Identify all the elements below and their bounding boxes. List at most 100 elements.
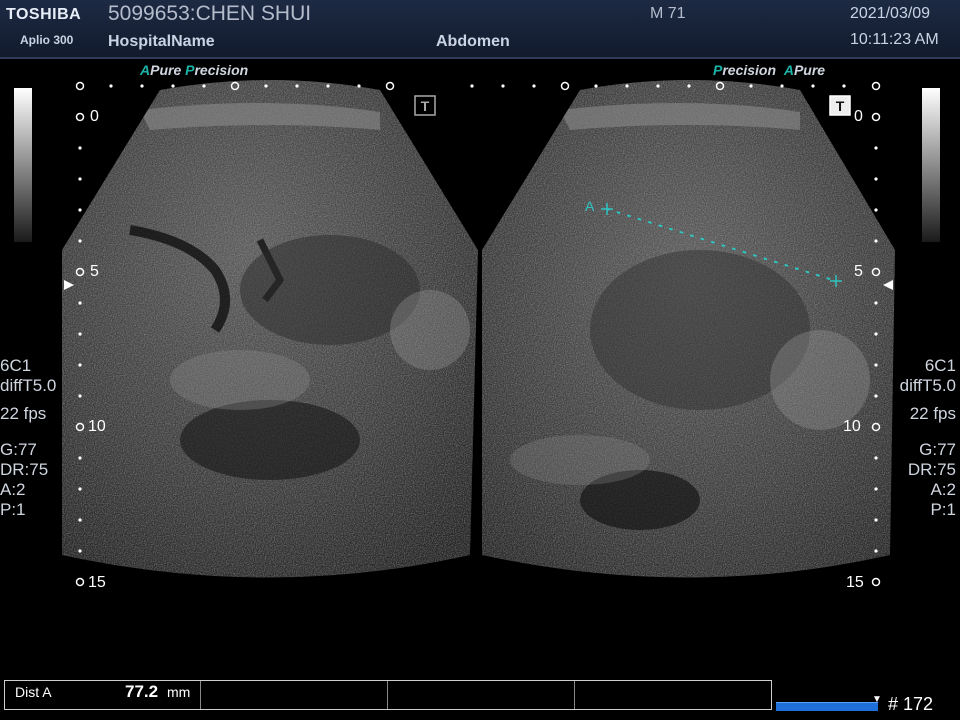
ultrasound-dual-view: T T — [62, 80, 895, 587]
depth-minor-tick — [78, 332, 82, 336]
p-label: P:1 — [0, 500, 26, 519]
depth-minor-tick — [656, 84, 660, 88]
depth-label-right-15: 15 — [846, 574, 864, 591]
depth-major-tick — [560, 81, 570, 91]
dynamic-range-label: DR:75 — [0, 460, 49, 479]
measurement-unit: mm — [167, 684, 191, 700]
a-label: A:2 — [930, 480, 956, 499]
svg-text:T: T — [836, 98, 845, 114]
measurement-value: 77.2 — [125, 682, 159, 701]
depth-major-tick — [75, 577, 85, 587]
depth-minor-tick — [874, 239, 878, 243]
imaging-params-right: 6C1 diffT5.0 22 fps G:77 DR:75 A:2 P:1 — [900, 356, 956, 520]
depth-label-right-10: 10 — [843, 418, 861, 435]
depth-label-right-5: 5 — [854, 263, 863, 280]
depth-minor-tick — [78, 456, 82, 460]
measurement-cell-empty — [201, 681, 388, 709]
depth-minor-tick — [78, 518, 82, 522]
depth-minor-tick — [874, 332, 878, 336]
measurement-cell-empty — [575, 681, 771, 709]
system-model: Aplio 300 — [20, 33, 74, 47]
depth-minor-tick — [326, 84, 330, 88]
depth-minor-tick — [842, 84, 846, 88]
depth-major-tick — [75, 81, 85, 91]
depth-minor-tick — [874, 177, 878, 181]
depth-label-left-5: 5 — [90, 263, 99, 280]
depth-minor-tick — [295, 84, 299, 88]
fps-label: 22 fps — [909, 404, 956, 423]
dynamic-range-label: DR:75 — [907, 460, 956, 479]
exam-time: 10:11:23 AM — [850, 31, 939, 48]
depth-major-tick — [871, 577, 881, 587]
depth-minor-tick — [264, 84, 268, 88]
cine-progress-bar[interactable] — [776, 702, 878, 711]
depth-major-tick — [871, 112, 881, 122]
depth-minor-tick — [874, 487, 878, 491]
depth-minor-tick — [78, 394, 82, 398]
depth-minor-tick — [78, 239, 82, 243]
t-marker-right: T — [829, 95, 851, 116]
t-marker-left: T — [414, 95, 436, 116]
depth-minor-tick — [811, 84, 815, 88]
depth-minor-tick — [874, 363, 878, 367]
depth-minor-tick — [470, 84, 474, 88]
mode-label: diffT5.0 — [0, 376, 57, 395]
depth-minor-tick — [501, 84, 505, 88]
depth-minor-tick — [202, 84, 206, 88]
depth-label-right-0: 0 — [854, 108, 863, 125]
depth-minor-tick — [749, 84, 753, 88]
depth-minor-tick — [357, 84, 361, 88]
depth-minor-tick — [874, 549, 878, 553]
depth-minor-tick — [874, 456, 878, 460]
exam-type: Abdomen — [436, 33, 510, 50]
hospital-name: HospitalName — [108, 33, 215, 50]
depth-minor-tick — [78, 177, 82, 181]
depth-minor-tick — [874, 301, 878, 305]
patient-id-name: 5099653:CHEN SHUI — [108, 2, 312, 25]
depth-minor-tick — [532, 84, 536, 88]
fps-label: 22 fps — [0, 404, 47, 423]
frame-number: # 172 — [888, 694, 934, 714]
right-ultrasound-image — [482, 80, 895, 578]
depth-minor-tick — [874, 146, 878, 150]
depth-minor-tick — [171, 84, 175, 88]
depth-minor-tick — [687, 84, 691, 88]
depth-label-left-0: 0 — [90, 108, 99, 125]
gain-label: G:77 — [919, 440, 956, 459]
measurement-results-bar: Dist A 77.2 mm — [4, 680, 772, 710]
depth-major-tick — [871, 81, 881, 91]
depth-label-left-10: 10 — [88, 418, 106, 435]
probe-label: 6C1 — [0, 356, 32, 375]
imaging-params-left: 6C1 diffT5.0 22 fps G:77 DR:75 A:2 P:1 — [0, 356, 56, 520]
caliper-label: A — [585, 198, 595, 214]
probe-label: 6C1 — [924, 356, 956, 375]
depth-minor-tick — [78, 146, 82, 150]
depth-minor-tick — [140, 84, 144, 88]
gain-label: G:77 — [0, 440, 37, 459]
depth-minor-tick — [594, 84, 598, 88]
mode-label: diffT5.0 — [899, 376, 956, 395]
p-label: P:1 — [930, 500, 956, 519]
depth-label-left-15: 15 — [88, 574, 106, 591]
measurement-cell-empty — [388, 681, 575, 709]
exam-date: 2021/03/09 — [850, 5, 931, 22]
measurement-label: Dist A — [15, 684, 52, 700]
patient-sex-age: M 71 — [650, 5, 686, 22]
depth-minor-tick — [109, 84, 113, 88]
depth-minor-tick — [78, 208, 82, 212]
measurement-cell-dist-a[interactable]: Dist A 77.2 mm — [5, 681, 201, 709]
depth-minor-tick — [780, 84, 784, 88]
depth-major-tick — [75, 112, 85, 122]
depth-minor-tick — [874, 518, 878, 522]
depth-minor-tick — [78, 363, 82, 367]
depth-minor-tick — [78, 487, 82, 491]
left-ultrasound-image — [62, 80, 478, 578]
svg-text:T: T — [421, 98, 430, 114]
depth-minor-tick — [874, 394, 878, 398]
depth-minor-tick — [78, 549, 82, 553]
cine-position-marker[interactable]: ▼ — [872, 694, 882, 705]
header-bar: TOSHIBA Aplio 300 5099653:CHEN SHUI Hosp… — [0, 0, 960, 59]
a-label: A:2 — [0, 480, 26, 499]
depth-minor-tick — [78, 301, 82, 305]
brand-logo: TOSHIBA — [6, 6, 82, 23]
